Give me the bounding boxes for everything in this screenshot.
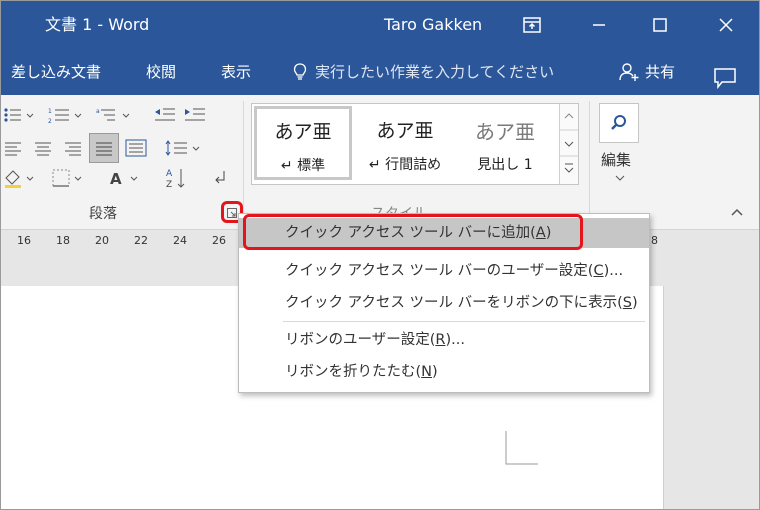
ribbon-tabs: 差し込み文書 校閲 表示 実行したい作業を入力してください 共有 [1, 49, 759, 95]
tab-review[interactable]: 校閲 [146, 49, 176, 95]
minimize-icon[interactable] [571, 1, 627, 49]
ruler-number: 20 [95, 234, 109, 247]
numbering-icon[interactable]: 12 [45, 103, 89, 127]
title-bar: 文書 1 - Word Taro Gakken [1, 1, 759, 49]
svg-text:1: 1 [48, 108, 52, 115]
customize-quick-access-toolbar[interactable]: クイック アクセス ツール バーのユーザー設定(C)... [239, 256, 649, 286]
style-name: 見出し 1 [477, 157, 533, 173]
style-no-spacing[interactable]: あア亜 ↵ 行間詰め [356, 106, 454, 180]
borders-icon[interactable] [49, 165, 89, 191]
align-left-icon[interactable] [1, 135, 25, 161]
svg-text:a: a [96, 108, 100, 115]
collapse-ribbon[interactable]: リボンを折りたたむ(N) [239, 357, 649, 387]
ruler-number: 18 [56, 234, 70, 247]
distributed-icon[interactable] [123, 135, 149, 161]
sort-icon[interactable]: AZ [163, 165, 193, 191]
tab-mailings[interactable]: 差し込み文書 [11, 49, 101, 95]
styles-gallery[interactable]: あア亜 ↵ 標準 あア亜 ↵ 行間詰め あア亜 見出し 1 [251, 103, 579, 185]
ruler-number: 22 [134, 234, 148, 247]
ruler-number: 26 [212, 234, 226, 247]
increase-indent-icon[interactable] [181, 103, 209, 127]
show-marks-icon[interactable] [207, 165, 233, 191]
menu-item-highlight [243, 214, 583, 250]
svg-text:A: A [166, 169, 173, 179]
tell-me-placeholder: 実行したい作業を入力してください [315, 63, 555, 81]
ruler-number: 8 [651, 234, 658, 247]
show-toolbar-below-ribbon[interactable]: クイック アクセス ツール バーをリボンの下に表示(S) [239, 288, 649, 318]
style-name: ↵ 標準 [280, 158, 326, 174]
ribbon-display-icon[interactable] [504, 1, 560, 49]
ruler-number: 16 [17, 234, 31, 247]
svg-text:A: A [110, 170, 122, 188]
style-sample: あア亜 [274, 121, 332, 143]
user-name[interactable]: Taro Gakken [384, 1, 482, 49]
shading-icon[interactable] [1, 165, 41, 191]
svg-text:2: 2 [48, 118, 52, 124]
group-divider [243, 101, 244, 219]
style-heading-1[interactable]: あア亜 見出し 1 [456, 106, 554, 180]
lightbulb-icon [293, 63, 307, 80]
paragraph-group-label: 段落 [89, 206, 117, 222]
ruler-number: 24 [173, 234, 187, 247]
svg-text:Z: Z [166, 180, 172, 189]
collapse-ribbon-icon[interactable] [729, 205, 745, 219]
decrease-indent-icon[interactable] [151, 103, 179, 127]
gallery-scrollbar[interactable] [559, 104, 578, 184]
align-right-icon[interactable] [61, 135, 85, 161]
share-label: 共有 [645, 63, 676, 81]
align-center-icon[interactable] [31, 135, 55, 161]
multilevel-list-icon[interactable]: a [93, 103, 137, 127]
menu-separator [283, 321, 645, 322]
tell-me-box[interactable]: 実行したい作業を入力してください [293, 49, 554, 95]
justify-icon[interactable] [89, 133, 119, 163]
line-spacing-icon[interactable] [163, 135, 207, 161]
search-icon[interactable] [599, 103, 639, 143]
style-name: ↵ 行間詰め [368, 157, 442, 173]
word-window: 文書 1 - Word Taro Gakken 差し込み文書 校閲 表示 実行し… [0, 0, 760, 510]
margin-corner-mark [505, 431, 538, 465]
editing-button[interactable]: 編集 [601, 149, 631, 170]
maximize-icon[interactable] [632, 1, 688, 49]
close-icon[interactable] [698, 1, 754, 49]
document-title: 文書 1 - Word [45, 15, 150, 34]
style-normal[interactable]: あア亜 ↵ 標準 [254, 106, 352, 180]
asian-layout-icon[interactable]: A [105, 165, 145, 191]
share-button[interactable]: 共有 [619, 49, 675, 95]
bullets-icon[interactable] [1, 103, 41, 127]
chevron-down-icon [613, 173, 627, 183]
tab-view[interactable]: 表示 [221, 49, 251, 95]
style-sample: あア亜 [376, 120, 434, 142]
ribbon: 12 a A A Z 段落 あア亜 ↵ 標準 あア亜 ↵ 行間詰め あア亜 見出… [1, 95, 759, 230]
group-divider [589, 101, 590, 219]
customize-ribbon[interactable]: リボンのユーザー設定(R)... [239, 325, 649, 355]
style-sample: あア亜 [475, 120, 535, 144]
person-add-icon [619, 63, 639, 81]
